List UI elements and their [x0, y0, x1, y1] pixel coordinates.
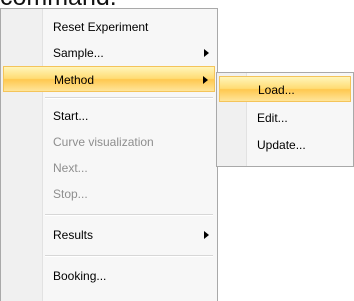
menu-separator [45, 97, 213, 99]
menu-item-sample[interactable]: Sample... [3, 40, 215, 66]
menu-item-label: Start... [53, 109, 89, 123]
menu-item-next: Next... [3, 155, 215, 181]
menu-item-results[interactable]: Results [3, 222, 215, 248]
submenu-item-load[interactable]: Load... [219, 76, 351, 102]
submenu-item-label: Update... [257, 138, 306, 152]
menu-separator [45, 255, 213, 257]
submenu-item-label: Edit... [257, 111, 288, 125]
menu-item-stop: Stop... [3, 181, 215, 207]
menu-item-label: Sample... [53, 46, 104, 60]
menu-item-start[interactable]: Start... [3, 103, 215, 129]
chevron-right-icon [204, 49, 209, 57]
menu-item-label: Next... [53, 161, 88, 175]
chevron-right-icon [203, 76, 208, 84]
menu-item-method[interactable]: Method [3, 66, 215, 92]
menu-item-label: Results [53, 228, 94, 242]
menu-item-label: Method [54, 73, 95, 87]
menu-screenshot: command. Reset Experiment Sample... Meth… [0, 0, 354, 301]
submenu-item-edit[interactable]: Edit... [219, 105, 351, 131]
menu-item-reset-experiment[interactable]: Reset Experiment [3, 14, 215, 40]
menu-item-label: Booking... [53, 269, 107, 283]
method-submenu: Load... Edit... Update... [216, 72, 354, 167]
menu-item-label: Reset Experiment [53, 20, 149, 34]
menu-separator [45, 214, 213, 216]
menu-item-label: Stop... [53, 187, 88, 201]
chevron-right-icon [204, 231, 209, 239]
menu-item-curve-visualization: Curve visualization [3, 129, 215, 155]
menu-item-booking[interactable]: Booking... [3, 263, 215, 289]
submenu-item-update[interactable]: Update... [219, 132, 351, 158]
submenu-item-label: Load... [258, 83, 295, 97]
menu-item-label: Curve visualization [53, 135, 154, 149]
context-menu: Reset Experiment Sample... Method Start.… [0, 8, 218, 301]
